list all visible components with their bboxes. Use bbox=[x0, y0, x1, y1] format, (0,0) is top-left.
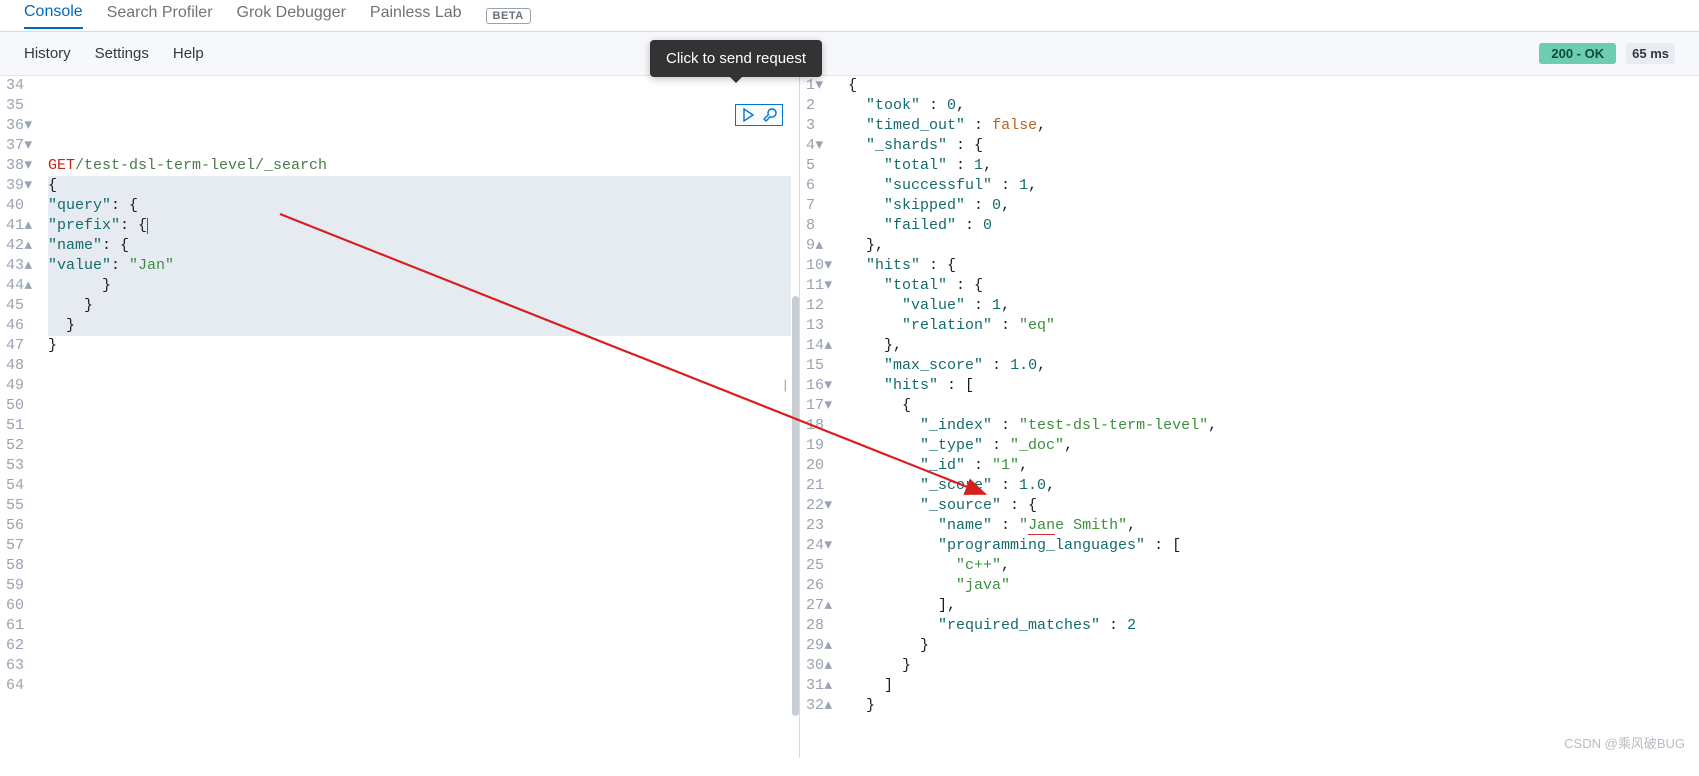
timing-label: 65 ms bbox=[1626, 43, 1675, 64]
wrench-icon bbox=[762, 107, 778, 123]
play-icon bbox=[740, 107, 756, 123]
request-gutter: 343536 ▾37 ▾38 ▾39 ▾4041 ▴42 ▴43 ▴44 ▴45… bbox=[0, 76, 48, 758]
tab-grok-debugger[interactable]: Grok Debugger bbox=[237, 4, 346, 28]
tab-search-profiler[interactable]: Search Profiler bbox=[107, 4, 213, 28]
beta-badge: BETA bbox=[486, 8, 531, 24]
watermark: CSDN @乘风破BUG bbox=[1564, 733, 1685, 752]
tab-painless-lab[interactable]: Painless Lab bbox=[370, 4, 462, 28]
response-code[interactable]: { "took" : 0, "timed_out" : false, "_sha… bbox=[848, 76, 1699, 758]
history-link[interactable]: History bbox=[24, 45, 71, 62]
help-link[interactable]: Help bbox=[173, 45, 204, 62]
request-code[interactable]: GET /test-dsl-term-level/_search{ "query… bbox=[48, 76, 799, 758]
tab-console[interactable]: Console bbox=[24, 3, 83, 29]
response-viewer[interactable]: 1 ▾234 ▾56789 ▴10 ▾11 ▾121314 ▴1516 ▾17 … bbox=[800, 76, 1699, 758]
request-scrollbar[interactable] bbox=[792, 296, 799, 716]
send-request-button[interactable] bbox=[740, 107, 756, 123]
console-subbar: History Settings Help 200 - OK 65 ms bbox=[0, 32, 1699, 76]
status-badge: 200 - OK bbox=[1539, 43, 1616, 64]
dev-tools-tabs: Console Search Profiler Grok Debugger Pa… bbox=[0, 0, 1699, 32]
request-options-button[interactable] bbox=[762, 107, 778, 123]
editor-split: 343536 ▾37 ▾38 ▾39 ▾4041 ▴42 ▴43 ▴44 ▴45… bbox=[0, 76, 1699, 758]
request-editor[interactable]: 343536 ▾37 ▾38 ▾39 ▾4041 ▴42 ▴43 ▴44 ▴45… bbox=[0, 76, 800, 758]
request-actions bbox=[735, 104, 783, 126]
response-gutter: 1 ▾234 ▾56789 ▴10 ▾11 ▾121314 ▴1516 ▾17 … bbox=[800, 76, 848, 758]
send-request-tooltip: Click to send request bbox=[650, 40, 822, 77]
settings-link[interactable]: Settings bbox=[95, 45, 149, 62]
